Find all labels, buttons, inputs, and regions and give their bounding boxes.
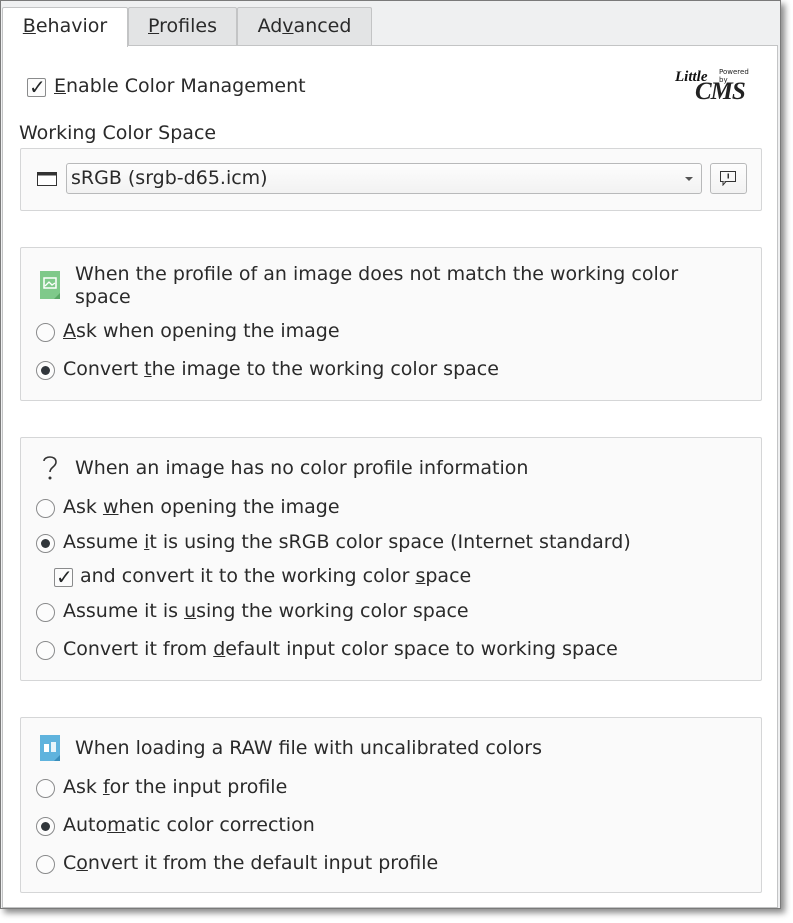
label-text: pace xyxy=(425,565,472,587)
color-management-dialog: Behavior Profiles Advanced ✓ Enable Colo… xyxy=(0,0,781,909)
label-text: sing the working color space xyxy=(196,600,469,622)
behavior-panel: ✓ Enable Color Management Powered by Lit… xyxy=(2,45,778,908)
logo-cms: CMS xyxy=(695,78,746,105)
label-text: hen opening the image xyxy=(118,496,340,518)
label-text: Convert it from xyxy=(63,638,214,660)
raw-convert-default-radio[interactable] xyxy=(36,855,55,874)
label-text: Ask xyxy=(63,496,103,518)
tab-profiles[interactable]: Profiles xyxy=(128,7,237,45)
label-text: t is using the sRGB color space (Interne… xyxy=(149,531,631,553)
raw-ask-radio[interactable] xyxy=(36,779,55,798)
tab-label: Ad xyxy=(257,15,283,37)
monitor-profile-icon xyxy=(37,172,57,186)
working-color-space-label: Working Color Space xyxy=(19,122,217,144)
enable-color-management-label[interactable]: Enable Color Management xyxy=(54,75,306,97)
mismatch-ask-label[interactable]: Ask when opening the image xyxy=(63,320,340,342)
label-mnemonic: d xyxy=(213,638,226,660)
tab-label: ehavior xyxy=(35,15,108,37)
tab-label: rofiles xyxy=(159,15,217,37)
label-text: or the input profile xyxy=(109,776,288,798)
label-text: Auto xyxy=(63,814,108,836)
noprofile-ask-label[interactable]: Ask when opening the image xyxy=(63,496,340,518)
raw-ask-label[interactable]: Ask for the input profile xyxy=(63,776,287,798)
mismatch-ask-radio[interactable] xyxy=(36,323,55,342)
enable-color-management-checkbox[interactable]: ✓ xyxy=(27,75,46,99)
label-text: Assume xyxy=(63,531,145,553)
label-text: Convert xyxy=(63,358,145,380)
profile-mismatch-title-line2: space xyxy=(75,286,131,308)
noprofile-assume-srgb-label[interactable]: Assume it is using the sRGB color space … xyxy=(63,531,631,553)
label-text: Assume it is xyxy=(63,600,185,622)
label-text: and convert it to the working color xyxy=(80,565,416,587)
label-mnemonic: w xyxy=(102,496,119,518)
label-mnemonic: u xyxy=(184,600,197,622)
info-icon xyxy=(720,171,736,186)
label-text: sk when opening the image xyxy=(76,320,340,342)
question-icon xyxy=(43,456,57,480)
mismatch-convert-radio[interactable] xyxy=(36,361,55,380)
raw-file-group: When loading a RAW file with uncalibrate… xyxy=(20,717,762,893)
label-mnemonic: o xyxy=(76,852,88,874)
raw-file-icon xyxy=(40,735,60,761)
tab-behavior[interactable]: Behavior xyxy=(2,7,128,47)
label-mnemonic: A xyxy=(63,320,76,342)
noprofile-ask-radio[interactable] xyxy=(36,499,55,518)
label-text: C xyxy=(63,852,77,874)
label-text: nvert it from the default input profile xyxy=(87,852,439,874)
noprofile-assume-working-radio[interactable] xyxy=(36,603,55,622)
working-color-space-combobox[interactable]: sRGB (srgb-d65.icm) xyxy=(66,163,702,194)
profile-mismatch-group: When the profile of an image does not ma… xyxy=(20,247,762,401)
label-text: Ask xyxy=(63,776,103,798)
convert-to-working-space-label[interactable]: and convert it to the working color spac… xyxy=(80,565,471,587)
raw-file-title: When loading a RAW file with uncalibrate… xyxy=(75,737,543,759)
raw-automatic-radio[interactable] xyxy=(36,817,55,836)
convert-to-working-space-checkbox[interactable]: ✓ xyxy=(54,565,73,589)
mismatch-convert-label[interactable]: Convert the image to the working color s… xyxy=(63,358,499,380)
profile-info-button[interactable] xyxy=(710,163,747,194)
checkmark-icon: ✓ xyxy=(56,565,73,589)
no-profile-title: When an image has no color profile infor… xyxy=(75,457,529,479)
chevron-down-icon xyxy=(685,177,693,181)
noprofile-assume-working-label[interactable]: Assume it is using the working color spa… xyxy=(63,600,469,622)
noprofile-assume-srgb-radio[interactable] xyxy=(36,534,55,553)
tab-advanced[interactable]: Advanced xyxy=(237,7,372,45)
no-profile-group: When an image has no color profile infor… xyxy=(20,437,762,681)
raw-convert-default-label[interactable]: Convert it from the default input profil… xyxy=(63,852,438,874)
image-icon xyxy=(40,271,60,299)
label-mnemonic: m xyxy=(107,814,126,836)
profile-mismatch-title: When the profile of an image does not ma… xyxy=(75,263,679,285)
raw-automatic-label[interactable]: Automatic color correction xyxy=(63,814,315,836)
noprofile-convert-default-radio[interactable] xyxy=(36,641,55,660)
label-mnemonic: f xyxy=(102,776,110,798)
label-mnemonic: s xyxy=(415,565,426,587)
little-cms-logo: Powered by Little CMS xyxy=(675,68,757,110)
working-color-space-group: sRGB (srgb-d65.icm) xyxy=(20,148,762,211)
label-text: efault input color space to working spac… xyxy=(225,638,618,660)
label-text: atic color correction xyxy=(125,814,315,836)
tab-label-mnemonic: v xyxy=(282,15,294,37)
tab-label-mnemonic: P xyxy=(148,15,160,37)
combobox-value: sRGB (srgb-d65.icm) xyxy=(71,167,268,189)
tab-label: anced xyxy=(293,15,352,37)
checkmark-icon: ✓ xyxy=(29,75,46,99)
label-text: he image to the working color space xyxy=(151,358,499,380)
tab-label-mnemonic: B xyxy=(22,15,36,37)
label-text: nable Color Management xyxy=(66,75,306,97)
label-mnemonic: t xyxy=(144,358,152,380)
noprofile-convert-default-label[interactable]: Convert it from default input color spac… xyxy=(63,638,618,660)
label-mnemonic: E xyxy=(54,75,67,97)
